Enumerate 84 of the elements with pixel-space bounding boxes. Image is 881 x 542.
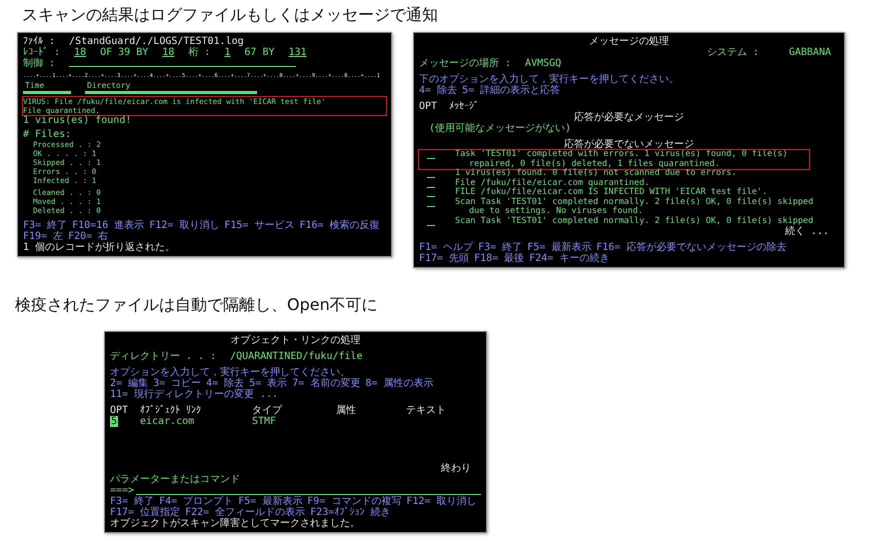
function-key-hint: F16= 応答が必要でないメッセージの除去 [596, 242, 786, 253]
function-key-hint: F16= 検索の反復 [299, 220, 380, 231]
function-key-hint: F5= 最新表示 [527, 242, 592, 253]
screen-title: オブジェクト・リンクの処理 [230, 335, 360, 346]
field-label: システム : [706, 47, 759, 58]
terminal-text: # Files: [23, 129, 72, 140]
field-value: 18 [162, 47, 174, 58]
function-key-hint: F3= 終了 [110, 496, 154, 507]
function-key-hint: 11= 現行ディレクトリーの変更 ... [110, 389, 278, 400]
screen-title: 応答が必要でないメッセージ [564, 139, 694, 150]
function-key-hint: 3= コピー [153, 378, 202, 389]
function-key-hint: F19= 左 [23, 231, 64, 242]
message-text: repaired, 0 file(s) deleted, 1 files quarantined. [468, 160, 721, 168]
function-key-hint: F10=16 進表示 [72, 220, 144, 231]
terminal-text: オブジェクトがスキャン障害としてマークされました。 [110, 518, 361, 529]
function-key-hint: F12= 取り消し [406, 496, 476, 507]
field-label: ﾌｧｲﾙ : [23, 36, 56, 47]
message-text: Scan Task 'TEST01' completed normally. 2 file(s) OK, 0 file(s) skipped [455, 216, 814, 226]
column-header: テキスト [406, 405, 447, 416]
function-key-hint: 4= 除去 [419, 85, 458, 96]
terminal-text: 1 virus(es) found! [23, 115, 132, 126]
function-key-hint: F20= 右 [68, 231, 108, 242]
function-key-hint: F24= キーの続き [529, 253, 610, 264]
function-key-hint: 8= 属性の表示 [365, 378, 434, 389]
terminal-text: パラメーターまたはコマンド [110, 474, 241, 485]
message-text: Scan Task 'TEST01' completed normally. 2 file(s) OK, 0 file(s) skipped [455, 198, 814, 206]
function-key-hint: F1= ヘルプ [419, 242, 474, 253]
function-key-hint: F15= サービス [224, 220, 294, 231]
terminal-text: (使用可能なメッセージがない) [428, 123, 572, 134]
field-value: 18 [74, 47, 86, 58]
function-key-hint: F4= プロンプト [159, 496, 234, 507]
slide-heading: 検疫されたファイルは自動で隔離し、Open不可に [14, 294, 379, 316]
field-label: 制御 : [23, 58, 56, 69]
command-prompt: ===> [110, 485, 134, 496]
function-key-hint: 5= 表示 [249, 378, 288, 389]
terminal-text: 1 個のレコードが折り返された。 [23, 242, 176, 253]
column-header: 属性 [336, 405, 357, 416]
field-label: /QUARANTINED/fuku/file [230, 351, 363, 362]
table-cell-text: eicar.com [140, 416, 196, 427]
message-text: 1 virus(es) found. 0 file(s) not scanned due to errors. [455, 169, 736, 178]
field-label: 桁 : [188, 47, 210, 58]
field-label: AVMSGQ [525, 58, 562, 69]
table-cell-text: STMF [252, 416, 278, 427]
field-label: 67 BY [244, 47, 274, 58]
function-key-hint: F3= 終了 [23, 220, 68, 231]
message-text: File /fuku/file/eicar.com quarantined. [455, 178, 650, 188]
column-header: Directory [85, 80, 257, 94]
terminal-text: オプションを入力して，実行キーを押してください。 [110, 367, 350, 378]
function-key-hint: 2= 編集 [110, 378, 148, 389]
function-key-hint: 4= 除去 [206, 378, 244, 389]
field-label: GABBANA [788, 47, 831, 58]
screen-title: メッセージの処理 [589, 36, 669, 47]
function-key-hint: 7= 名前の変更 [292, 378, 360, 389]
function-key-hint: F3= 終了 [478, 242, 522, 253]
field-label: OF 39 BY [100, 47, 148, 58]
field-label: メッセージの場所 : [419, 58, 512, 69]
column-header: OPT [110, 405, 130, 416]
more-indicator: 続く ... [784, 226, 830, 237]
field-label: /StandGuard/./LOGS/TEST01.log [69, 36, 244, 47]
function-key-hint: F12= 取り消し [149, 220, 220, 231]
screen-title: 応答が必要なメッセージ [574, 112, 684, 123]
column-header: OPT [419, 101, 438, 112]
terminal-text: 下のオプションを入力して，実行キーを押してください。 [419, 74, 680, 85]
column-header: ｵﾌﾞｼﾞｪｸﾄ ﾘﾝｸ [140, 405, 202, 416]
function-key-hint: F17= 先頭 [419, 253, 470, 264]
function-key-hint: F9= コマンドの複写 [307, 496, 402, 507]
function-key-hint: F17= 位置指定 [110, 507, 180, 518]
more-indicator: 終わり [441, 463, 472, 474]
field-label: ﾚｺｰﾄﾞ : [23, 47, 60, 58]
column-header: Time [23, 80, 71, 94]
opt-input-field[interactable]: 5 [110, 416, 118, 427]
field-value: 1 [224, 47, 230, 58]
function-key-hint: F18= 最後 [474, 253, 524, 264]
message-text: due to settings. No viruses found. [468, 207, 644, 216]
message-text: FILE /fuku/file/eicar.com IS INFECTED WITH 'EICAR test file'. [455, 188, 768, 198]
field-value: 131 [288, 47, 307, 58]
slide-heading: スキャンの結果はログファイルもしくはメッセージで通知 [21, 4, 439, 26]
function-key-hint: F22= 全フィールドの表示 [185, 507, 306, 518]
function-key-hint: F23=ｵﾌﾟｼｮﾝ 続き [310, 507, 390, 518]
function-key-hint: 5= 詳細の表示と応答 [462, 85, 560, 96]
field-label: ディレクトリー . . : [110, 351, 216, 362]
column-header: ﾒｯｾｰｼﾞ [449, 101, 480, 112]
column-header: タイプ [252, 405, 284, 416]
function-key-hint: F5= 最新表示 [238, 496, 302, 507]
